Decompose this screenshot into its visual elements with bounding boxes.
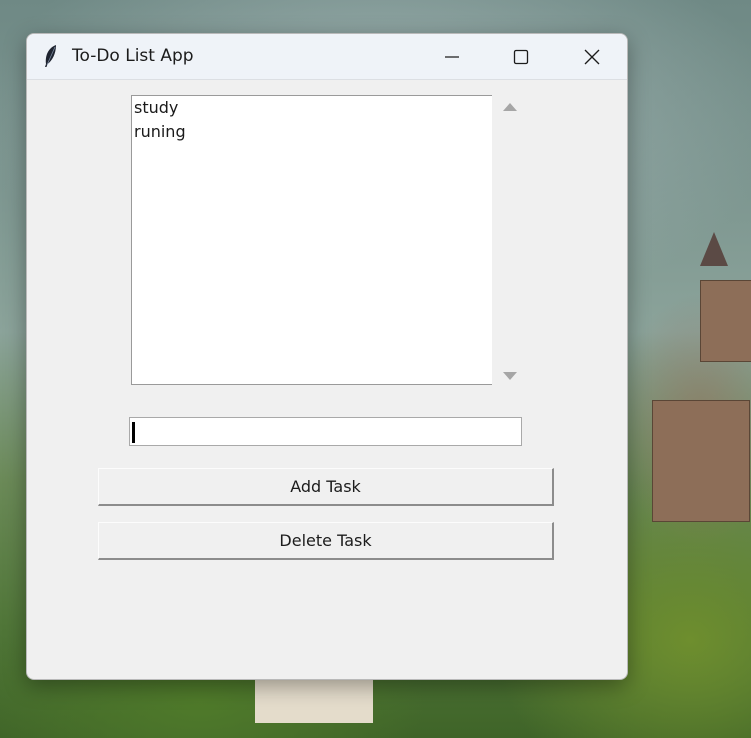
scroll-up-arrow-icon[interactable]: [503, 103, 517, 111]
wallpaper-house: [255, 678, 373, 723]
maximize-button[interactable]: [486, 34, 556, 79]
task-input[interactable]: [129, 417, 522, 446]
window-title: To-Do List App: [72, 46, 194, 66]
task-list-item[interactable]: study: [132, 96, 492, 120]
text-caret: [132, 422, 135, 443]
add-task-button[interactable]: Add Task: [98, 468, 554, 506]
title-bar[interactable]: To-Do List App: [27, 34, 627, 80]
feather-icon: [45, 45, 56, 67]
task-list-item[interactable]: runing: [132, 120, 492, 144]
scroll-down-arrow-icon[interactable]: [503, 372, 517, 380]
close-icon: [584, 49, 600, 64]
close-button[interactable]: [557, 34, 627, 79]
task-listbox[interactable]: study runing: [131, 95, 492, 385]
task-list-scrollbar[interactable]: [492, 95, 526, 385]
delete-task-button[interactable]: Delete Task: [98, 522, 554, 560]
wallpaper-castle-tower: [700, 280, 751, 362]
minimize-icon: [445, 55, 459, 58]
app-window: To-Do List App study runing Add Task Del…: [26, 33, 628, 680]
wallpaper-castle-house: [652, 400, 750, 522]
maximize-icon: [513, 49, 529, 64]
wallpaper-castle-roof: [700, 232, 728, 266]
minimize-button[interactable]: [417, 34, 487, 79]
